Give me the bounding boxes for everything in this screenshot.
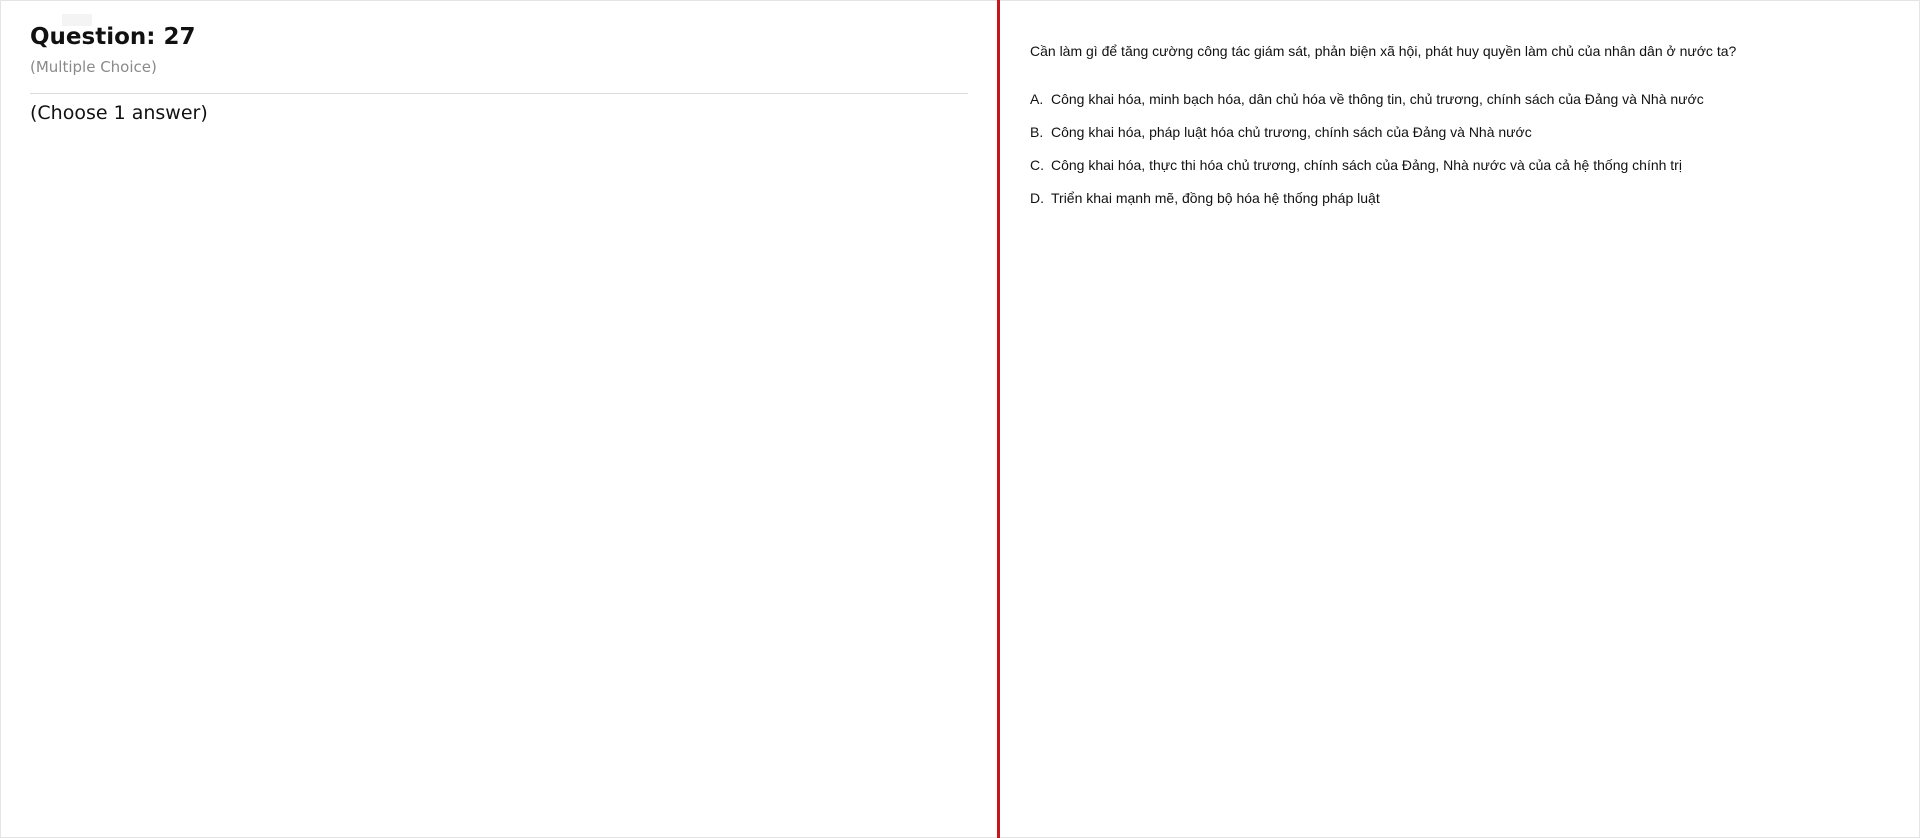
answer-text: Triển khai mạnh mẽ, đồng bộ hóa hệ thống… xyxy=(1051,190,1380,206)
question-divider xyxy=(30,93,968,94)
answer-letter: B. xyxy=(1030,124,1044,140)
answer-text: Công khai hóa, minh bạch hóa, dân chủ hó… xyxy=(1051,91,1704,107)
question-info-pane: Question: 27 (Multiple Choice) (Choose 1… xyxy=(0,0,997,838)
question-stem: Cần làm gì để tăng cường công tác giám s… xyxy=(1030,43,1737,59)
question-content-pane: Cần làm gì để tăng cường công tác giám s… xyxy=(1000,0,1918,838)
answer-instruction: (Choose 1 answer) xyxy=(30,102,208,124)
answer-text: Công khai hóa, thực thi hóa chủ trương, … xyxy=(1051,157,1682,173)
question-title: Question: 27 xyxy=(30,24,196,50)
answer-option-c[interactable]: C. Công khai hóa, thực thi hóa chủ trương… xyxy=(1030,157,1704,190)
answer-option-a[interactable]: A. Công khai hóa, minh bạch hóa, dân chủ … xyxy=(1030,91,1704,124)
answer-letter: A. xyxy=(1030,91,1044,107)
answer-letter: C. xyxy=(1030,157,1044,173)
question-type-label: (Multiple Choice) xyxy=(30,58,157,76)
answer-option-b[interactable]: B. Công khai hóa, pháp luật hóa chủ trươn… xyxy=(1030,124,1704,157)
answer-option-d[interactable]: D. Triển khai mạnh mẽ, đồng bộ hóa hệ thố… xyxy=(1030,190,1704,223)
answer-list: A. Công khai hóa, minh bạch hóa, dân chủ … xyxy=(1030,91,1704,223)
answer-text: Công khai hóa, pháp luật hóa chủ trương,… xyxy=(1051,124,1532,140)
answer-letter: D. xyxy=(1030,190,1044,206)
